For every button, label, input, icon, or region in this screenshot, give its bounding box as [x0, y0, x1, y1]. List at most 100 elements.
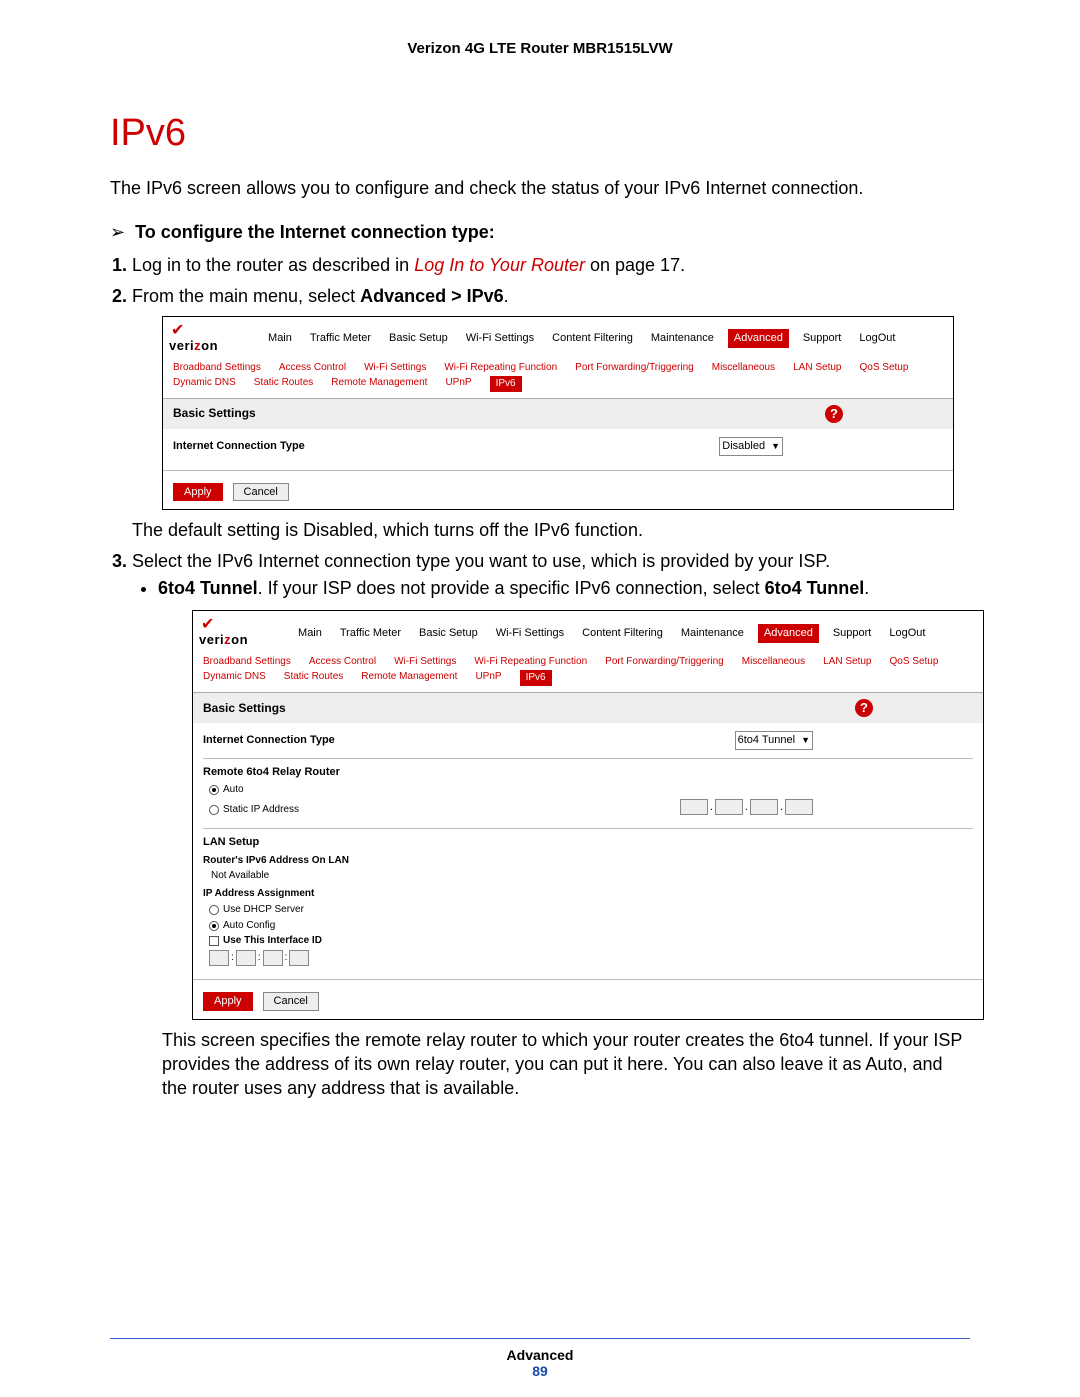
tab-content-filtering[interactable]: Content Filtering — [578, 624, 667, 643]
subtab-upnp[interactable]: UPnP — [475, 670, 501, 686]
tab-basic-setup[interactable]: Basic Setup — [385, 329, 452, 348]
step-2: From the main menu, select Advanced > IP… — [132, 284, 970, 543]
subtab-lan[interactable]: LAN Setup — [823, 655, 871, 669]
tab-wifi-settings[interactable]: Wi-Fi Settings — [492, 624, 568, 643]
step-1: Log in to the router as described in Log… — [132, 253, 970, 277]
section-basic-settings: Basic Settings ? — [163, 398, 953, 429]
help-icon[interactable]: ? — [825, 405, 843, 423]
sub-tabs: Broadband Settings Access Control Wi-Fi … — [163, 357, 953, 398]
static-ip-input[interactable]: ... — [680, 799, 813, 815]
router-screenshot-2: verizon Main Traffic Meter Basic Setup W… — [192, 610, 984, 1019]
subtab-wifi-repeat[interactable]: Wi-Fi Repeating Function — [474, 655, 587, 669]
help-icon[interactable]: ? — [855, 699, 873, 717]
tab-advanced[interactable]: Advanced — [758, 624, 819, 643]
ip-assign-label: IP Address Assignment — [203, 887, 973, 901]
tab-logout[interactable]: LogOut — [855, 329, 899, 348]
radio-icon — [209, 905, 219, 915]
tab-maintenance[interactable]: Maintenance — [677, 624, 748, 643]
radio-icon — [209, 921, 219, 931]
bullet-6to4: 6to4 Tunnel. If your ISP does not provid… — [158, 577, 970, 600]
subtab-qos[interactable]: QoS Setup — [859, 361, 908, 375]
subtab-misc[interactable]: Miscellaneous — [742, 655, 805, 669]
subtab-lan[interactable]: LAN Setup — [793, 361, 841, 375]
footer-page: 89 — [0, 1363, 1080, 1379]
subtab-access-control[interactable]: Access Control — [309, 655, 376, 669]
lan-addr-value: Not Available — [203, 869, 973, 883]
arrow-icon: ➢ — [110, 222, 125, 243]
radio-icon — [209, 785, 219, 795]
intro-paragraph: The IPv6 screen allows you to configure … — [110, 177, 970, 200]
relay-auto-radio[interactable]: Auto — [203, 782, 973, 798]
lan-heading: LAN Setup — [203, 835, 973, 850]
subtab-access-control[interactable]: Access Control — [279, 361, 346, 375]
page-title: IPv6 — [110, 112, 970, 155]
lan-addr-label: Router's IPv6 Address On LAN — [203, 854, 973, 868]
subtab-misc[interactable]: Miscellaneous — [712, 361, 775, 375]
subtab-broadband[interactable]: Broadband Settings — [203, 655, 291, 669]
sub-tabs-2: Broadband Settings Access Control Wi-Fi … — [193, 651, 983, 692]
tab-traffic-meter[interactable]: Traffic Meter — [306, 329, 375, 348]
iface-id-check[interactable]: Use This Interface ID — [203, 933, 973, 949]
chevron-down-icon: ▼ — [801, 734, 810, 746]
subtab-ddns[interactable]: Dynamic DNS — [203, 670, 266, 686]
tab-main[interactable]: Main — [294, 624, 326, 643]
subtab-ddns[interactable]: Dynamic DNS — [173, 376, 236, 392]
dhcp-radio[interactable]: Use DHCP Server — [203, 902, 973, 918]
subtab-ipv6[interactable]: IPv6 — [520, 670, 552, 686]
subtab-remote-mgmt[interactable]: Remote Management — [331, 376, 427, 392]
subtab-static-routes[interactable]: Static Routes — [284, 670, 343, 686]
note-after-shot2: This screen specifies the remote relay r… — [162, 1028, 970, 1101]
router-top-bar: verizon Main Traffic Meter Basic Setup W… — [163, 317, 953, 357]
router-top-bar-2: verizon Main Traffic Meter Basic Setup W… — [193, 611, 983, 651]
page-footer: Advanced 89 — [0, 1338, 1080, 1379]
checkbox-icon — [209, 936, 219, 946]
tab-support[interactable]: Support — [799, 329, 846, 348]
subtab-wifi[interactable]: Wi-Fi Settings — [364, 361, 426, 375]
subtab-port-fwd[interactable]: Port Forwarding/Triggering — [575, 361, 694, 375]
subtab-ipv6[interactable]: IPv6 — [490, 376, 522, 392]
subtab-port-fwd[interactable]: Port Forwarding/Triggering — [605, 655, 724, 669]
apply-button[interactable]: Apply — [203, 992, 253, 1011]
tab-logout[interactable]: LogOut — [885, 624, 929, 643]
subtab-static-routes[interactable]: Static Routes — [254, 376, 313, 392]
login-link-text: Log In to Your Router — [414, 255, 585, 275]
check-icon — [199, 617, 225, 631]
tab-basic-setup[interactable]: Basic Setup — [415, 624, 482, 643]
steps-list: Log in to the router as described in Log… — [132, 253, 970, 1100]
row-ict: Internet Connection Type Disabled▼ — [173, 435, 943, 458]
iface-id-input[interactable]: ::: — [203, 949, 973, 967]
tab-traffic-meter[interactable]: Traffic Meter — [336, 624, 405, 643]
relay-heading: Remote 6to4 Relay Router — [203, 765, 973, 780]
subtab-remote-mgmt[interactable]: Remote Management — [361, 670, 457, 686]
ict-select-2[interactable]: 6to4 Tunnel▼ — [735, 731, 813, 750]
tab-advanced[interactable]: Advanced — [728, 329, 789, 348]
subtab-broadband[interactable]: Broadband Settings — [173, 361, 261, 375]
subtab-wifi[interactable]: Wi-Fi Settings — [394, 655, 456, 669]
verizon-logo: verizon — [169, 323, 218, 355]
apply-button[interactable]: Apply — [173, 483, 223, 502]
top-tabs-2: Main Traffic Meter Basic Setup Wi-Fi Set… — [294, 624, 973, 643]
document-page: Verizon 4G LTE Router MBR1515LVW IPv6 Th… — [0, 0, 1080, 1397]
subtab-qos[interactable]: QoS Setup — [889, 655, 938, 669]
tab-main[interactable]: Main — [264, 329, 296, 348]
verizon-logo: verizon — [199, 617, 248, 649]
chevron-down-icon: ▼ — [771, 440, 780, 452]
ict-select[interactable]: Disabled▼ — [719, 437, 783, 456]
tab-wifi-settings[interactable]: Wi-Fi Settings — [462, 329, 538, 348]
auto-config-radio[interactable]: Auto Config — [203, 918, 973, 934]
footer-section: Advanced — [0, 1347, 1080, 1363]
router-screenshot-1: verizon Main Traffic Meter Basic Setup W… — [162, 316, 954, 510]
top-tabs: Main Traffic Meter Basic Setup Wi-Fi Set… — [264, 329, 943, 348]
subtab-wifi-repeat[interactable]: Wi-Fi Repeating Function — [444, 361, 557, 375]
cancel-button[interactable]: Cancel — [233, 483, 289, 502]
step-3: Select the IPv6 Internet connection type… — [132, 549, 970, 1101]
doc-header: Verizon 4G LTE Router MBR1515LVW — [110, 40, 970, 57]
task-heading: ➢To configure the Internet connection ty… — [110, 222, 970, 243]
cancel-button[interactable]: Cancel — [263, 992, 319, 1011]
tab-support[interactable]: Support — [829, 624, 876, 643]
subtab-upnp[interactable]: UPnP — [445, 376, 471, 392]
row-ict-2: Internet Connection Type 6to4 Tunnel▼ — [203, 729, 973, 752]
tab-content-filtering[interactable]: Content Filtering — [548, 329, 637, 348]
tab-maintenance[interactable]: Maintenance — [647, 329, 718, 348]
radio-icon[interactable] — [209, 805, 219, 815]
